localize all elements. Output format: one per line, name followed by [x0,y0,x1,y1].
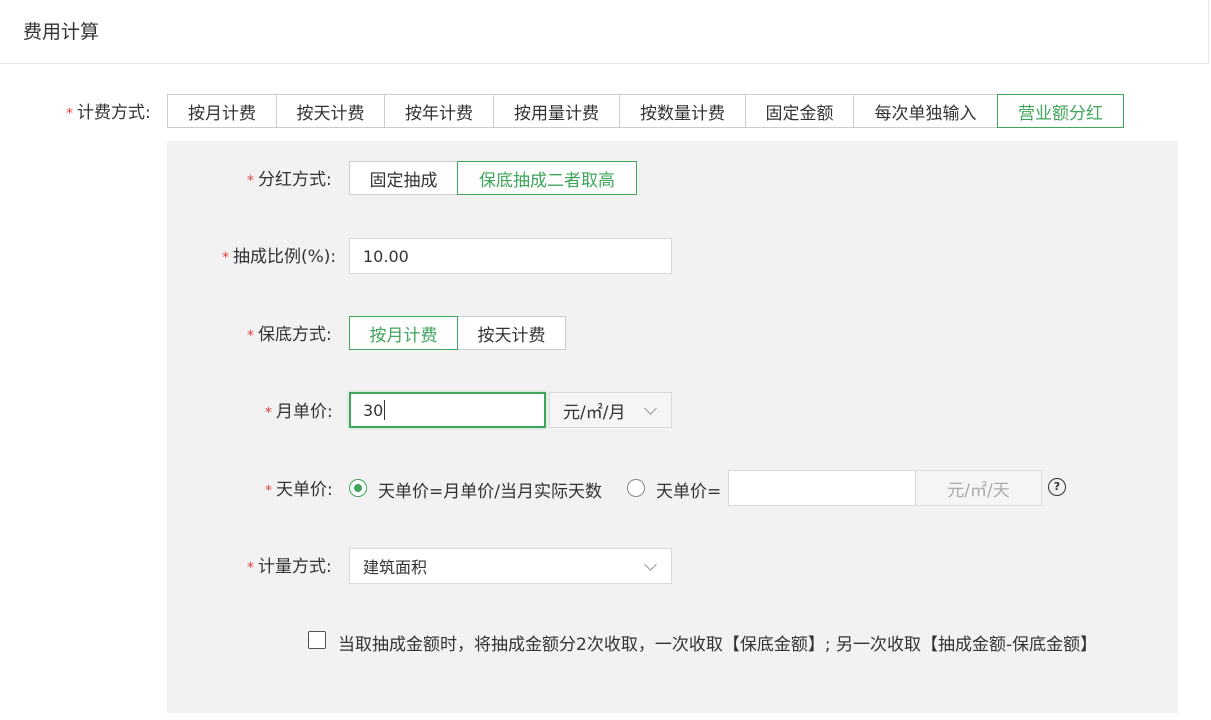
daily-price-custom-input[interactable] [728,470,916,506]
monthly-price-unit-select[interactable]: 元/㎡/月 [549,392,672,428]
daily-price-formula-label: 天单价=月单价/当月实际天数 [378,482,602,502]
tab-by-usage[interactable]: 按用量计费 [493,94,620,128]
split-collection-checkbox[interactable] [308,631,326,649]
tab-by-quantity[interactable]: 按数量计费 [619,94,746,128]
dividend-settings-panel [167,141,1178,713]
tab-revenue-dividend[interactable]: 营业额分红 [997,94,1124,128]
tab-guarantee-daily[interactable]: 按天计费 [457,316,566,350]
page-title: 费用计算 [23,21,100,43]
chevron-down-icon [644,558,657,571]
tab-guaranteed-commission[interactable]: 保底抽成二者取高 [457,161,637,195]
chevron-down-icon [644,402,657,415]
page-header: 费用计算 [0,0,1209,64]
billing-method-tabs: 按月计费 按天计费 按年计费 按用量计费 按数量计费 固定金额 每次单独输入 营… [167,94,1124,128]
tab-fixed-commission[interactable]: 固定抽成 [349,161,458,195]
tab-each-input[interactable]: 每次单独输入 [853,94,998,128]
daily-price-unit: 元/㎡/天 [915,470,1042,506]
guarantee-method-tabs: 按月计费 按天计费 [349,316,566,350]
tab-monthly[interactable]: 按月计费 [167,94,277,128]
daily-price-label: * 天单价: [265,480,333,500]
commission-ratio-input[interactable]: 10.00 [349,238,672,274]
measure-method-label: * 计量方式: [247,557,332,577]
daily-price-formula-radio[interactable] [349,479,367,497]
tab-fixed-amount[interactable]: 固定金额 [745,94,854,128]
tab-yearly[interactable]: 按年计费 [384,94,494,128]
daily-price-custom-label: 天单价= [656,482,722,502]
tab-guarantee-monthly[interactable]: 按月计费 [349,316,458,350]
dividend-method-label: * 分红方式: [247,170,332,190]
split-collection-label: 当取抽成金额时，将抽成金额分2次收取，一次收取【保底金额】; 另一次收取【抽成金… [338,635,1098,655]
required-mark: * [66,106,73,122]
monthly-price-label: * 月单价: [265,402,333,422]
monthly-price-input[interactable]: 30 [349,392,546,428]
measure-method-select[interactable]: 建筑面积 [349,548,672,584]
daily-price-custom-radio[interactable] [627,479,645,497]
guarantee-method-label: * 保底方式: [247,325,332,345]
billing-method-label: * 计费方式: [66,103,151,123]
help-icon[interactable]: ? [1048,478,1066,496]
commission-ratio-label: * 抽成比例(%): [222,247,337,267]
dividend-method-tabs: 固定抽成 保底抽成二者取高 [349,161,637,195]
tab-daily[interactable]: 按天计费 [276,94,385,128]
text-cursor [384,400,386,420]
